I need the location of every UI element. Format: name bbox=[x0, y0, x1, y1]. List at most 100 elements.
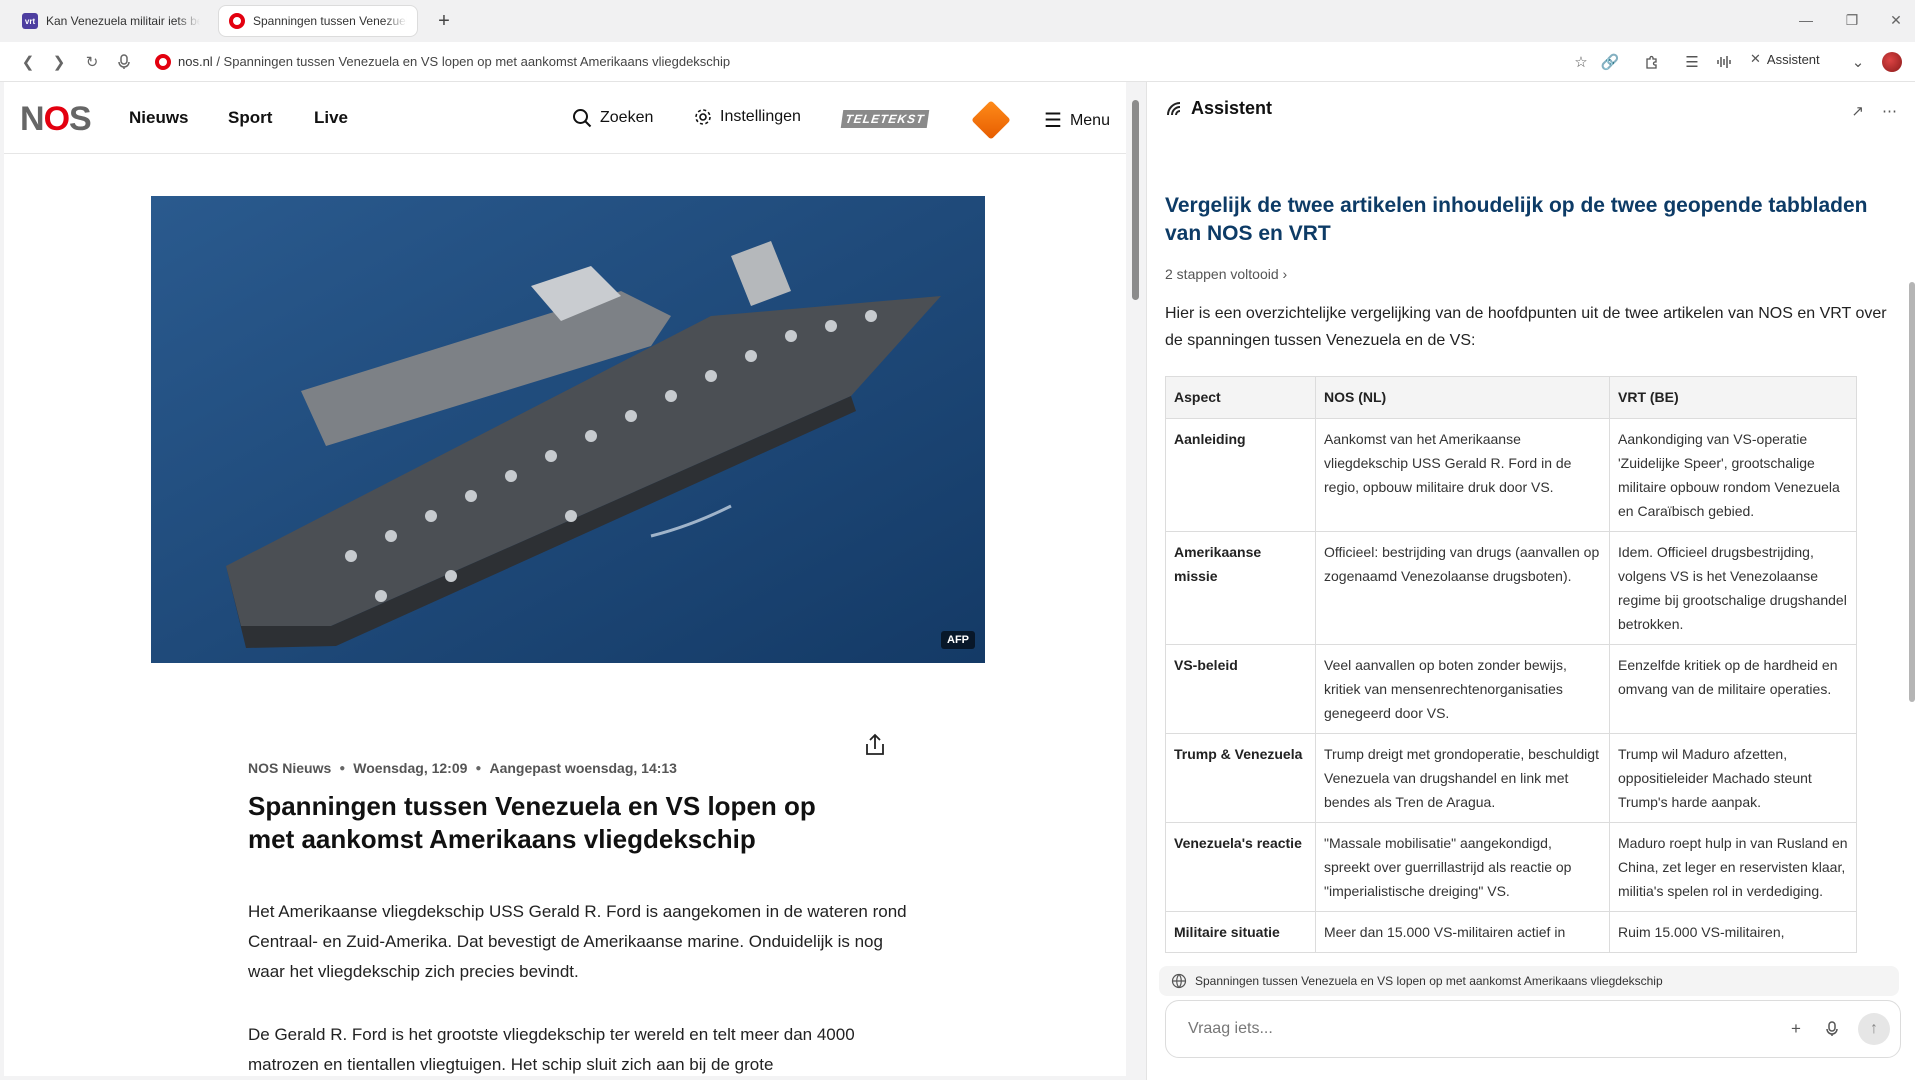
assistant-logo-icon bbox=[1167, 101, 1181, 115]
column-header: Aspect bbox=[1165, 376, 1316, 419]
link-icon[interactable]: 🔗 bbox=[1599, 51, 1621, 73]
minimize-button[interactable]: — bbox=[1792, 8, 1820, 32]
new-tab-button[interactable]: + bbox=[432, 9, 456, 33]
page-scrollbar[interactable] bbox=[1131, 90, 1139, 1070]
vrt-cell: Aankondiging van VS-operatie 'Zuidelijke… bbox=[1609, 418, 1857, 532]
tab-strip: vrt Kan Venezuela militair iets be Spann… bbox=[0, 0, 1915, 42]
context-page-chip[interactable]: Spanningen tussen Venezuela en VS lopen … bbox=[1159, 966, 1899, 996]
search-button[interactable]: Zoeken bbox=[572, 108, 653, 128]
send-button[interactable]: ↑ bbox=[1858, 1013, 1890, 1045]
chevron-down-icon[interactable]: ⌄ bbox=[1847, 51, 1869, 73]
aspect-cell: Trump & Venezuela bbox=[1165, 733, 1316, 823]
microphone-icon[interactable] bbox=[112, 50, 136, 74]
aspect-cell: Aanleiding bbox=[1165, 418, 1316, 532]
answer-intro: Hier is een overzichtelijke vergelijking… bbox=[1165, 305, 1887, 349]
meta-updated: Aangepast woensdag, 14:13 bbox=[489, 760, 677, 776]
aspect-cell: Venezuela's reactie bbox=[1165, 822, 1316, 912]
separator-dot: ● bbox=[475, 762, 482, 774]
menu-label: Menu bbox=[1069, 111, 1110, 129]
table-row: Venezuela's reactie "Massale mobilisatie… bbox=[1165, 822, 1857, 912]
npo-logo-icon[interactable] bbox=[971, 100, 1011, 140]
table-header-row: Aspect NOS (NL) VRT (BE) bbox=[1165, 376, 1857, 419]
table-row: Trump & Venezuela Trump dreigt met grond… bbox=[1165, 733, 1857, 823]
assistant-title: Assistent bbox=[1191, 98, 1273, 118]
nav-item-nieuws[interactable]: Nieuws bbox=[129, 108, 189, 128]
nos-cell: Veel aanvallen op boten zonder bewijs, k… bbox=[1315, 644, 1610, 734]
assistant-toggle-label: Assistent bbox=[1766, 51, 1820, 67]
column-header: VRT (BE) bbox=[1609, 376, 1857, 419]
web-page: NOS Nieuws Sport Live Zoeken Instellinge… bbox=[4, 82, 1126, 1076]
context-chip-label: Spanningen tussen Venezuela en VS lopen … bbox=[1195, 974, 1663, 988]
settings-label: Instellingen bbox=[720, 108, 801, 125]
article-meta: NOS Nieuws ● Woensdag, 12:09 ● Aangepast… bbox=[248, 760, 677, 776]
vrt-cell: Trump wil Maduro afzetten, oppositieleid… bbox=[1609, 733, 1857, 823]
article-paragraph: Het Amerikaanse vliegdekschip USS Gerald… bbox=[248, 902, 907, 981]
nos-cell: Trump dreigt met grondoperatie, beschuld… bbox=[1315, 733, 1610, 823]
nav-item-live[interactable]: Live bbox=[314, 108, 348, 128]
column-header: NOS (NL) bbox=[1315, 376, 1610, 419]
close-icon: ✕ bbox=[1750, 51, 1761, 66]
table-row: Aanleiding Aankomst van het Amerikaanse … bbox=[1165, 418, 1857, 532]
nos-cell: "Massale mobilisatie" aangekondigd, spre… bbox=[1315, 822, 1610, 912]
ask-input[interactable]: Vraag iets... + ↑ bbox=[1165, 1000, 1901, 1058]
settings-button[interactable]: Instellingen bbox=[694, 108, 801, 126]
nos-cell: Aankomst van het Amerikaanse vliegdeksch… bbox=[1315, 418, 1610, 532]
nav-item-sport[interactable]: Sport bbox=[228, 108, 272, 128]
nos-favicon-icon bbox=[229, 13, 245, 29]
add-icon[interactable]: + bbox=[1784, 1017, 1808, 1041]
separator-dot: ● bbox=[339, 762, 346, 774]
vrt-cell: Ruim 15.000 VS-militairen, bbox=[1609, 911, 1857, 953]
assistant-header: Assistent bbox=[1165, 98, 1272, 119]
article-paragraph: De Gerald R. Ford is het grootste vliegd… bbox=[248, 1025, 855, 1074]
site-favicon-icon bbox=[155, 54, 171, 70]
assistant-toggle-button[interactable]: ✕ Assistent bbox=[1750, 51, 1820, 67]
table-row: VS-beleid Veel aanvallen op boten zonder… bbox=[1165, 644, 1857, 734]
aspect-cell: Militaire situatie bbox=[1165, 911, 1316, 953]
tab-title: Kan Venezuela militair iets be bbox=[46, 14, 200, 28]
assistant-header-actions: ↗ ⋯ bbox=[1851, 102, 1897, 120]
vrt-cell: Maduro roept hulp in van Rusland en Chin… bbox=[1609, 822, 1857, 912]
panel-scrollbar[interactable] bbox=[1909, 282, 1915, 702]
more-options-icon[interactable]: ⋯ bbox=[1882, 102, 1897, 120]
back-icon[interactable]: ❮ bbox=[16, 50, 40, 74]
reader-list-icon[interactable]: ☰ bbox=[1681, 51, 1703, 73]
tab-nos-article[interactable]: Spanningen tussen Venezuela bbox=[218, 5, 418, 37]
tab-vrt-article[interactable]: vrt Kan Venezuela militair iets be bbox=[12, 5, 210, 37]
article-headline: Spanningen tussen Venezuela en VS lopen … bbox=[248, 791, 816, 854]
address-bar: ❮ ❯ ↻ nos.nl / Spanningen tussen Venezue… bbox=[0, 42, 1915, 82]
meta-source: NOS Nieuws bbox=[248, 760, 332, 776]
restore-button[interactable]: ❐ bbox=[1838, 8, 1866, 32]
bookmark-star-icon[interactable]: ☆ bbox=[1570, 51, 1592, 73]
share-icon[interactable] bbox=[862, 732, 888, 758]
menu-button[interactable]: ☰ Menu bbox=[1044, 108, 1110, 133]
steps-completed-toggle[interactable]: 2 stappen voltooid › bbox=[1165, 266, 1287, 282]
teletekst-logo[interactable]: TELETEKST bbox=[840, 110, 930, 128]
meta-date: Woensdag, 12:09 bbox=[353, 760, 468, 776]
nos-logo[interactable]: NOS bbox=[20, 100, 92, 139]
forward-icon[interactable]: ❯ bbox=[47, 50, 71, 74]
article-hero-image: AFP bbox=[151, 196, 985, 663]
assistant-panel: Assistent ↗ ⋯ Vergelijk de twee artikele… bbox=[1146, 82, 1915, 1080]
url-field[interactable]: nos.nl / Spanningen tussen Venezuela en … bbox=[178, 54, 730, 69]
hamburger-icon: ☰ bbox=[1044, 110, 1062, 132]
chevron-right-icon: › bbox=[1282, 266, 1288, 282]
vrt-cell: Eenzelfde kritiek op de hardheid en omva… bbox=[1609, 644, 1857, 734]
avatar[interactable] bbox=[1882, 52, 1902, 72]
globe-icon bbox=[1171, 973, 1187, 989]
close-window-button[interactable]: ✕ bbox=[1882, 8, 1910, 32]
vrt-favicon-icon: vrt bbox=[22, 13, 38, 29]
user-question: Vergelijk de twee artikelen inhoudelijk … bbox=[1165, 194, 1868, 245]
open-external-icon[interactable]: ↗ bbox=[1851, 102, 1864, 120]
comparison-table: Aspect NOS (NL) VRT (BE) Aanleiding Aank… bbox=[1165, 376, 1857, 1044]
gear-icon bbox=[695, 109, 711, 125]
scrollbar-thumb[interactable] bbox=[1132, 100, 1139, 300]
vrt-cell: Idem. Officieel drugsbestrijding, volgen… bbox=[1609, 531, 1857, 645]
search-icon bbox=[573, 109, 592, 128]
site-header: NOS Nieuws Sport Live Zoeken Instellinge… bbox=[4, 82, 1126, 154]
microphone-icon[interactable] bbox=[1820, 1017, 1844, 1041]
aspect-cell: VS-beleid bbox=[1165, 644, 1316, 734]
extensions-icon[interactable] bbox=[1640, 51, 1662, 73]
audio-wave-icon[interactable] bbox=[1713, 51, 1735, 73]
reload-icon[interactable]: ↻ bbox=[80, 50, 104, 74]
table-row: Amerikaanse missie Officieel: bestrijdin… bbox=[1165, 531, 1857, 645]
